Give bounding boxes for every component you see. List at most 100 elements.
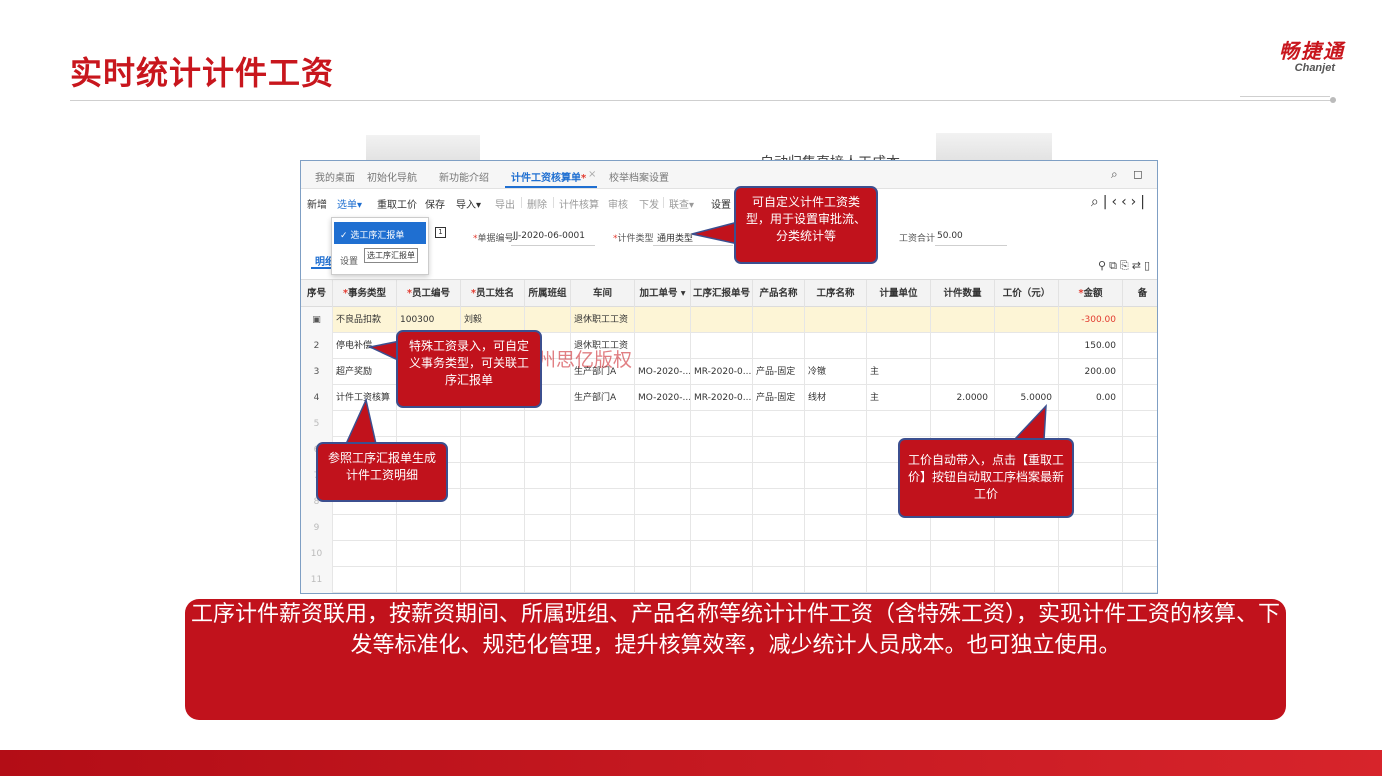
empty-cell[interactable] (753, 437, 805, 463)
empty-cell[interactable] (753, 411, 805, 437)
empty-cell[interactable] (753, 567, 805, 593)
empty-cell[interactable] (691, 515, 753, 541)
empty-cell[interactable] (635, 463, 691, 489)
empty-cell[interactable] (931, 411, 995, 437)
cell-report[interactable] (691, 307, 753, 333)
cell-remark[interactable] (1123, 359, 1157, 385)
cell-process[interactable]: 线材 (805, 385, 867, 411)
empty-cell[interactable] (867, 541, 931, 567)
type-field[interactable]: 通用类型 (657, 231, 693, 244)
delete-button[interactable]: 删除 (527, 196, 547, 211)
table-row[interactable]: 10 (301, 541, 1157, 567)
settings-button[interactable]: 设置 (711, 196, 731, 211)
cell-price[interactable] (995, 307, 1059, 333)
new-button[interactable]: 新增 (307, 196, 327, 211)
issue-button[interactable]: 下发 (639, 196, 659, 211)
cell-amount[interactable]: 200.00 (1059, 359, 1123, 385)
col-report-no[interactable]: 工序汇报单号 (691, 280, 753, 308)
empty-cell[interactable] (1123, 437, 1157, 463)
empty-cell[interactable] (461, 567, 525, 593)
dropdown-item-select-report[interactable]: ✓ 选工序汇报单 (334, 222, 426, 244)
cell-unit[interactable] (867, 307, 931, 333)
empty-cell[interactable] (995, 515, 1059, 541)
tab-new-features[interactable]: 新功能介绍 (439, 169, 489, 184)
cell-report[interactable] (691, 333, 753, 359)
empty-cell[interactable] (525, 437, 571, 463)
col-price[interactable]: 工价（元） (995, 280, 1059, 308)
empty-cell[interactable] (571, 489, 635, 515)
empty-cell[interactable] (397, 515, 461, 541)
empty-cell[interactable] (753, 541, 805, 567)
empty-cell[interactable] (753, 463, 805, 489)
empty-cell[interactable] (525, 567, 571, 593)
empty-cell[interactable] (995, 541, 1059, 567)
empty-cell[interactable] (805, 515, 867, 541)
empty-cell[interactable] (635, 411, 691, 437)
cell-product[interactable] (753, 307, 805, 333)
cell-workshop[interactable]: 退休职工工资 (571, 307, 635, 333)
col-trans-type[interactable]: *事务类型 (333, 280, 397, 308)
import-button[interactable]: 导入▾ (456, 196, 481, 211)
query-button[interactable]: 联查▾ (669, 196, 694, 211)
empty-cell[interactable] (461, 489, 525, 515)
cell-qty[interactable] (931, 307, 995, 333)
piece-calc-button[interactable]: 计件核算 (559, 196, 599, 211)
empty-cell[interactable] (571, 411, 635, 437)
cell-amount[interactable]: -300.00 (1059, 307, 1123, 333)
empty-cell[interactable] (397, 541, 461, 567)
cell-remark[interactable] (1123, 385, 1157, 411)
cell-remark[interactable] (1123, 333, 1157, 359)
empty-cell[interactable] (805, 489, 867, 515)
cell-order[interactable]: MO-2020-... (635, 385, 691, 411)
empty-cell[interactable] (571, 463, 635, 489)
empty-cell[interactable] (461, 411, 525, 437)
refetch-price-button[interactable]: 重取工价 (377, 196, 417, 211)
record-nav-icons[interactable]: ⌕|‹‹›| (1091, 194, 1149, 210)
empty-cell[interactable] (635, 567, 691, 593)
empty-cell[interactable] (691, 411, 753, 437)
approve-button[interactable]: 审核 (608, 196, 628, 211)
empty-cell[interactable] (333, 515, 397, 541)
empty-cell[interactable] (867, 411, 931, 437)
cell-process[interactable] (805, 333, 867, 359)
cell-qty[interactable] (931, 333, 995, 359)
empty-cell[interactable] (995, 567, 1059, 593)
table-row[interactable]: 9 (301, 515, 1157, 541)
empty-cell[interactable] (691, 567, 753, 593)
select-menu-button[interactable]: 选单▾ (337, 196, 362, 211)
cell-type[interactable]: 不良品扣款 (333, 307, 397, 333)
empty-cell[interactable] (461, 515, 525, 541)
maximize-icon[interactable]: ◻ (1133, 167, 1143, 181)
empty-cell[interactable] (571, 437, 635, 463)
grid-tool-icons[interactable]: ⚲⧉⎘⇄▯ (1098, 259, 1153, 273)
cell-product[interactable]: 产品-固定 (753, 359, 805, 385)
empty-cell[interactable] (571, 541, 635, 567)
doc-no-field[interactable]: JJ-2020-06-0001 (513, 231, 585, 241)
empty-cell[interactable] (1059, 567, 1123, 593)
empty-cell[interactable] (931, 515, 995, 541)
cell-qty[interactable]: 2.0000 (931, 385, 995, 411)
cell-remark[interactable] (1123, 307, 1157, 333)
empty-cell[interactable] (1123, 489, 1157, 515)
cell-report[interactable]: MR-2020-0... (691, 385, 753, 411)
col-process[interactable]: 工序名称 (805, 280, 867, 308)
empty-cell[interactable] (1123, 541, 1157, 567)
cell-unit[interactable]: 主 (867, 359, 931, 385)
empty-cell[interactable] (397, 411, 461, 437)
col-amount[interactable]: *金额 (1059, 280, 1123, 308)
empty-cell[interactable] (635, 515, 691, 541)
calendar-icon[interactable]: 1 (435, 227, 446, 238)
table-row[interactable]: 11 (301, 567, 1157, 593)
empty-cell[interactable] (805, 567, 867, 593)
empty-cell[interactable] (571, 567, 635, 593)
empty-cell[interactable] (525, 489, 571, 515)
empty-cell[interactable] (333, 541, 397, 567)
empty-cell[interactable] (1059, 411, 1123, 437)
empty-cell[interactable] (1123, 515, 1157, 541)
col-remark[interactable]: 备 (1123, 280, 1157, 308)
empty-cell[interactable] (571, 515, 635, 541)
col-qty[interactable]: 计件数量 (931, 280, 995, 308)
empty-cell[interactable] (461, 437, 525, 463)
empty-cell[interactable] (461, 463, 525, 489)
empty-cell[interactable] (525, 411, 571, 437)
